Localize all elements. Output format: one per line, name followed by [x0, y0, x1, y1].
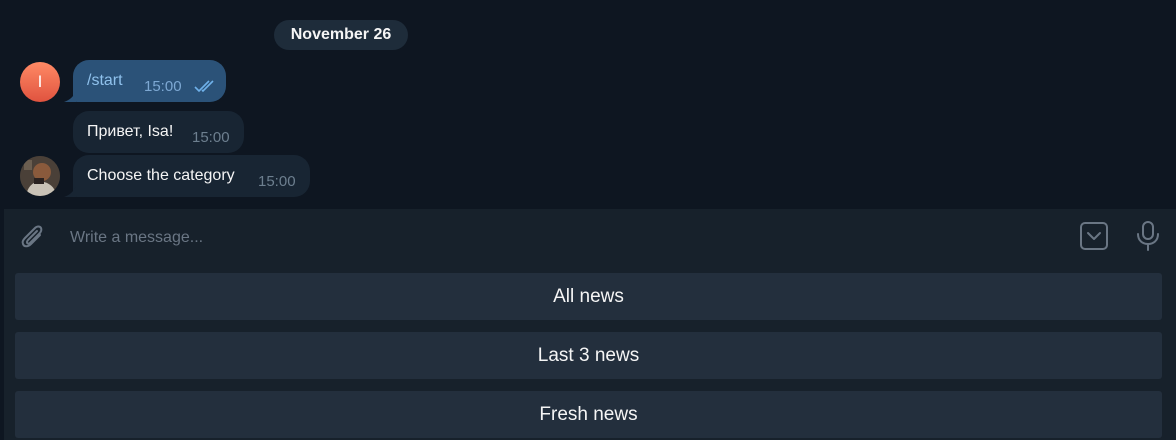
incoming-message[interactable]: Choose the category 15:00 [73, 155, 310, 197]
message-text: Привет, Isa! [87, 123, 174, 140]
keyboard-toggle-icon[interactable] [1080, 222, 1108, 255]
message-text: Choose the category [87, 167, 235, 184]
keyboard-button-all-news[interactable]: All news [15, 273, 1162, 320]
keyboard-button-last-3-news[interactable]: Last 3 news [15, 332, 1162, 379]
user-avatar[interactable]: I [20, 62, 60, 102]
message-time: 15:00 [192, 129, 230, 146]
message-time: 15:00 [258, 173, 296, 190]
message-input[interactable] [68, 223, 1072, 253]
bubble-tail [64, 186, 76, 197]
message-composer [4, 209, 1176, 265]
incoming-message[interactable]: Привет, Isa! 15:00 [73, 111, 244, 153]
read-receipt-icon [194, 79, 218, 98]
bot-keyboard: All news Last 3 news Fresh news [4, 265, 1176, 440]
keyboard-button-fresh-news[interactable]: Fresh news [15, 391, 1162, 438]
paperclip-icon[interactable] [20, 223, 46, 256]
date-separator: November 26 [274, 20, 408, 50]
message-text[interactable]: /start [87, 72, 123, 90]
outgoing-message[interactable]: /start 15:00 [73, 60, 226, 102]
microphone-icon[interactable] [1136, 221, 1160, 256]
message-time: 15:00 [144, 78, 182, 95]
chat-area: November 26 I /start 15:00 Привет, Isa! … [0, 0, 1176, 209]
bubble-tail [64, 91, 76, 102]
bot-avatar[interactable] [20, 156, 60, 196]
